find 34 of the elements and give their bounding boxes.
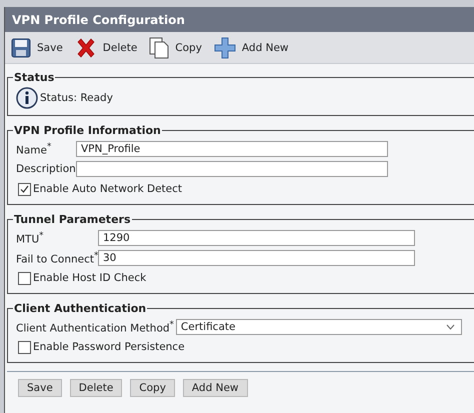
- input-field[interactable]: VPN_Profile: [76, 141, 388, 157]
- field-label: Description: [16, 163, 76, 175]
- delete-toolbar-button[interactable]: Delete: [72, 34, 140, 62]
- checkbox-label: Enable Auto Network Detect: [33, 183, 182, 195]
- input-field[interactable]: 30: [98, 250, 415, 266]
- action-button[interactable]: Save: [18, 379, 62, 397]
- save-toolbar-button[interactable]: Save: [9, 34, 65, 62]
- checkbox-label: Enable Password Persistence: [33, 341, 185, 353]
- field-label: MTU$^{*}$: [16, 230, 45, 246]
- field-label: Name$^{*}$: [16, 142, 52, 156]
- input-field[interactable]: 1290: [98, 230, 415, 246]
- checkbox-label: Enable Host ID Check: [33, 272, 146, 284]
- copy-toolbar-button[interactable]: Copy: [147, 34, 204, 62]
- info-icon: [16, 87, 38, 109]
- dropdown[interactable]: Certificate: [176, 319, 462, 335]
- checkbox[interactable]: [18, 182, 31, 196]
- section-legend: Client Authentication: [13, 302, 148, 315]
- section-legend: Status: [13, 71, 56, 84]
- plus-icon: [214, 36, 236, 58]
- checkbox[interactable]: [18, 340, 31, 354]
- chevron-down-icon: [446, 324, 455, 330]
- add-toolbar-button[interactable]: Add New: [212, 34, 290, 62]
- action-button[interactable]: Copy: [130, 379, 175, 397]
- action-button[interactable]: Delete: [70, 379, 122, 397]
- window-title: VPN Profile Configuration: [5, 7, 474, 32]
- status-text: Status: Ready: [40, 92, 113, 104]
- action-button[interactable]: Add New: [182, 379, 248, 397]
- field-label: Client Authentication Method$^{*}$: [16, 320, 175, 334]
- section-legend: Tunnel Parameters: [13, 213, 132, 226]
- checkbox[interactable]: [18, 272, 31, 284]
- input-field[interactable]: [76, 161, 388, 177]
- copy-icon: [149, 36, 170, 58]
- section-legend: VPN Profile Information: [13, 124, 162, 137]
- field-label: Fail to Connect$^{*}$: [16, 250, 98, 266]
